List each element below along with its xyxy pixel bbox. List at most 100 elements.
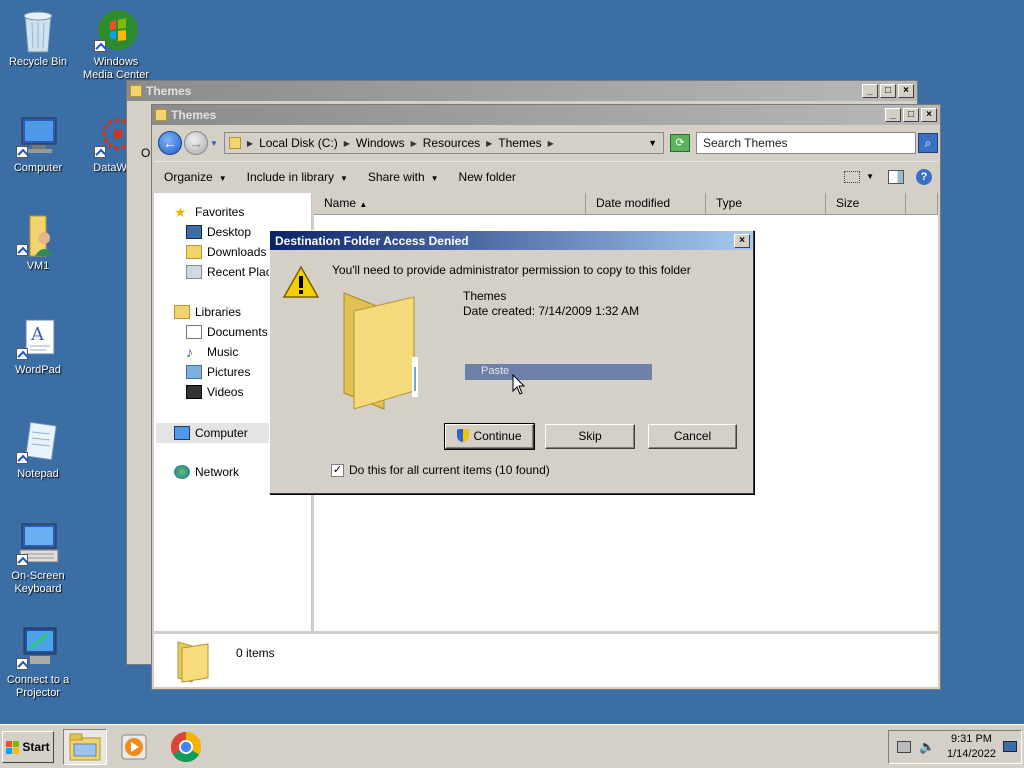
desktop-icon-on-screen-keyboard[interactable]: On-Screen Keyboard (0, 522, 76, 596)
music-icon: ♪ (186, 344, 193, 360)
continue-button[interactable]: Continue (444, 423, 535, 450)
column-header-blank (906, 193, 938, 215)
back-window-title: Themes (146, 84, 192, 98)
chevron-down-icon[interactable]: ▼ (866, 172, 874, 181)
svg-text:A: A (30, 324, 45, 345)
clock-time[interactable]: 9:31 PM (951, 733, 992, 745)
nav-network[interactable]: Network (174, 465, 239, 479)
dialog-title: Destination Folder Access Denied (275, 233, 469, 248)
folder-icon (130, 85, 142, 97)
warning-icon (282, 265, 320, 298)
paste-progress-bar: Paste (465, 364, 652, 380)
forward-button[interactable]: → (184, 131, 208, 155)
minimize-button[interactable]: _ (885, 108, 901, 122)
share-with-button[interactable]: Share with ▼ (358, 170, 449, 184)
chevron-right-icon[interactable]: ▶ (486, 139, 492, 148)
shortcut-arrow-icon (16, 146, 28, 158)
sort-ascending-icon: ▲ (359, 200, 368, 209)
desktop-icon (186, 225, 202, 239)
column-header-date-modified[interactable]: Date modified (586, 193, 706, 215)
help-icon[interactable]: ? (916, 168, 932, 185)
show-desktop-icon[interactable] (1003, 741, 1017, 752)
clock-date[interactable]: 1/14/2022 (947, 748, 996, 760)
breadcrumb-windows[interactable]: Windows (356, 136, 405, 150)
search-input[interactable]: Search Themes (696, 132, 916, 154)
nav-desktop[interactable]: Desktop (186, 225, 251, 239)
chevron-down-icon: ▼ (430, 173, 439, 183)
computer-icon (16, 114, 60, 158)
nav-documents[interactable]: Documents (186, 325, 268, 339)
shortcut-arrow-icon (94, 146, 106, 158)
taskbar-chrome-button[interactable] (164, 729, 208, 765)
desktop-icon-label: On-Screen Keyboard (11, 570, 65, 595)
start-button[interactable]: Start (2, 731, 54, 763)
folder-date-created: Date created: 7/14/2009 1:32 AM (463, 304, 640, 318)
desktop-icon-windows-media-center[interactable]: Windows Media Center (78, 8, 154, 82)
close-button[interactable]: × (921, 108, 937, 122)
preview-pane-icon[interactable] (888, 169, 904, 184)
organize-button[interactable]: Organize ▼ (154, 170, 237, 184)
close-button[interactable]: × (898, 84, 914, 98)
dialog-message: You'll need to provide administrator per… (332, 263, 691, 277)
desktop-icon-label: Computer (13, 162, 63, 174)
desktop-icon-computer[interactable]: Computer (0, 114, 76, 175)
column-header-name[interactable]: Name ▲ (314, 193, 586, 215)
address-bar[interactable]: ▶ Local Disk (C:) ▶ Windows ▶ Resources … (223, 132, 664, 154)
nav-videos[interactable]: Videos (186, 385, 243, 399)
skip-button[interactable]: Skip (545, 424, 635, 449)
breadcrumb-local-disk[interactable]: Local Disk (C:) (259, 136, 338, 150)
desktop-icon-wordpad[interactable]: A WordPad (0, 316, 76, 377)
address-dropdown-icon[interactable]: ▼ (648, 138, 657, 148)
breadcrumb-resources[interactable]: Resources (423, 136, 480, 150)
minimize-button[interactable]: _ (862, 84, 878, 98)
shortcut-arrow-icon (16, 658, 28, 670)
apply-to-all-checkbox[interactable]: ✓ (331, 464, 344, 477)
taskbar-media-player-button[interactable] (112, 729, 156, 765)
desktop-icon-connect-to-projector[interactable]: Connect to a Projector (0, 626, 76, 700)
chevron-right-icon[interactable]: ▶ (411, 139, 417, 148)
chevron-right-icon[interactable]: ▶ (247, 139, 253, 148)
desktop-icon-notepad[interactable]: Notepad (0, 420, 76, 481)
taskbar: Start 🔈 9:31 PM 1/14/2022 (0, 724, 1024, 768)
dialog-titlebar[interactable]: Destination Folder Access Denied × (270, 231, 753, 250)
mouse-cursor-icon (512, 374, 526, 395)
column-header-type[interactable]: Type (706, 193, 826, 215)
close-button[interactable]: × (734, 233, 750, 248)
network-status-icon[interactable] (897, 741, 911, 753)
nav-libraries[interactable]: Libraries (174, 305, 241, 319)
column-header-size[interactable]: Size (826, 193, 906, 215)
taskbar-explorer-button[interactable] (63, 729, 107, 765)
network-icon (174, 465, 190, 479)
explorer-titlebar[interactable]: Themes _ □ × (152, 105, 940, 125)
apply-to-all-label[interactable]: Do this for all current items (10 found) (349, 463, 550, 477)
desktop-icon-label: Connect to a Projector (6, 674, 70, 699)
nav-downloads[interactable]: Downloads (186, 245, 266, 259)
desktop-icon-vm1[interactable]: VM1 (0, 212, 76, 273)
nav-music[interactable]: ♪ Music (186, 345, 238, 359)
chevron-right-icon[interactable]: ▶ (548, 139, 554, 148)
volume-icon[interactable]: 🔈 (919, 739, 935, 755)
maximize-button[interactable]: □ (903, 108, 919, 122)
view-options-icon[interactable] (844, 170, 861, 183)
access-denied-dialog[interactable]: Destination Folder Access Denied × You'l… (269, 230, 754, 494)
chrome-icon (170, 732, 202, 763)
nav-pictures[interactable]: Pictures (186, 365, 250, 379)
recycle-bin-icon (16, 8, 60, 53)
star-icon: ★ (174, 204, 187, 220)
cancel-button[interactable]: Cancel (648, 424, 737, 449)
new-folder-button[interactable]: New folder (449, 170, 526, 184)
back-button[interactable]: ← (158, 131, 182, 155)
chevron-right-icon[interactable]: ▶ (344, 139, 350, 148)
nav-favorites[interactable]: ★ Favorites (174, 205, 244, 219)
search-icon[interactable]: ⌕ (918, 133, 938, 153)
maximize-button[interactable]: □ (880, 84, 896, 98)
include-in-library-button[interactable]: Include in library ▼ (237, 170, 358, 184)
desktop-icon-recycle-bin[interactable]: Recycle Bin (0, 8, 76, 69)
refresh-icon[interactable]: ⟳ (670, 134, 690, 152)
breadcrumb-themes[interactable]: Themes (498, 136, 541, 150)
keyboard-icon (16, 522, 60, 566)
history-dropdown-icon[interactable]: ▼ (210, 139, 218, 148)
desktop-icon-label: Notepad (17, 468, 59, 480)
explorer-title: Themes (171, 108, 217, 122)
back-window-titlebar[interactable]: Themes _ □ × (127, 81, 917, 101)
